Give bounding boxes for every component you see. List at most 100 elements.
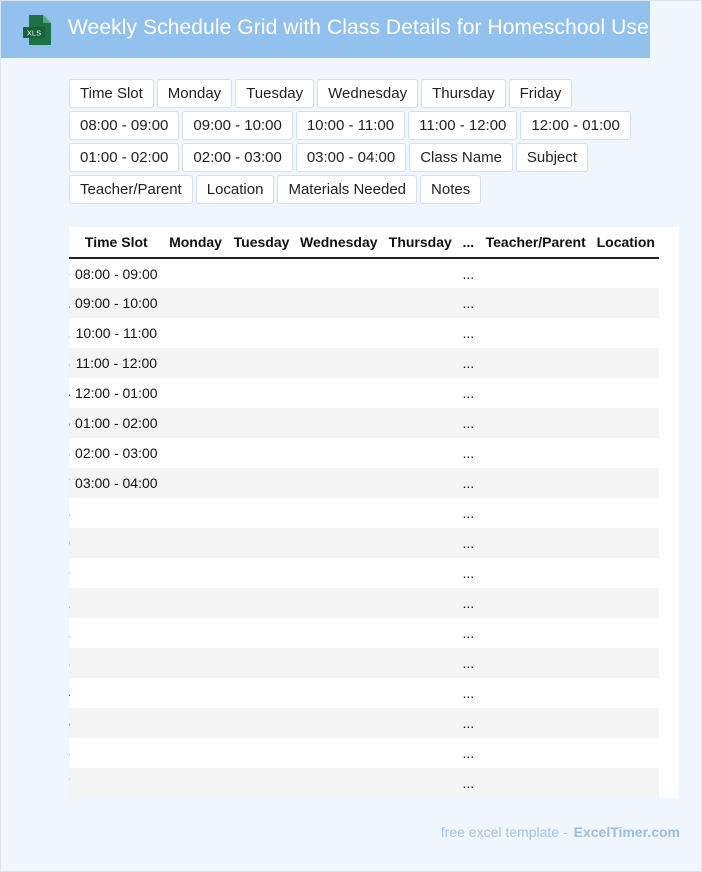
table-cell[interactable]: 01:00 - 02:00 — [69, 408, 163, 438]
table-cell[interactable] — [592, 408, 659, 438]
table-cell[interactable]: ... — [458, 498, 479, 528]
table-cell[interactable] — [295, 438, 383, 468]
column-tag[interactable]: 08:00 - 09:00 — [69, 111, 180, 140]
table-cell[interactable]: ... — [457, 648, 479, 678]
table-cell[interactable] — [593, 498, 659, 528]
table-cell[interactable] — [163, 438, 228, 468]
table-cell[interactable] — [478, 528, 593, 558]
table-cell[interactable] — [294, 708, 383, 738]
table-cell[interactable] — [228, 708, 295, 738]
table-cell[interactable] — [228, 738, 295, 768]
table-cell[interactable]: 11:00 - 12:00 — [69, 348, 163, 378]
table-cell[interactable] — [593, 378, 659, 408]
table-cell[interactable] — [228, 678, 295, 708]
table-cell[interactable]: ... — [457, 588, 479, 618]
table-cell[interactable] — [593, 558, 659, 588]
table-cell[interactable] — [382, 648, 458, 678]
table-cell[interactable]: ... — [458, 378, 479, 408]
schedule-sheet[interactable]: Time Slot Monday Tuesday Wednesday Thursday.… — [69, 227, 679, 798]
table-cell[interactable] — [478, 768, 593, 798]
table-cell[interactable] — [383, 378, 458, 408]
table-cell[interactable] — [228, 558, 295, 588]
table-cell[interactable] — [593, 318, 659, 348]
table-cell[interactable]: ... — [458, 438, 479, 468]
table-cell[interactable]: ... — [458, 618, 479, 648]
column-tag[interactable]: Teacher/Parent — [69, 175, 193, 204]
table-cell[interactable]: 09:00 - 10:00 — [69, 288, 163, 318]
table-cell[interactable] — [228, 768, 295, 798]
table-cell[interactable] — [383, 618, 458, 648]
table-cell[interactable]: 08:00 - 09:00 — [70, 258, 163, 288]
table-cell[interactable] — [593, 618, 659, 648]
table-cell[interactable] — [294, 468, 383, 498]
table-cell[interactable]: ... — [458, 318, 479, 348]
table-cell[interactable] — [383, 498, 458, 528]
table-cell[interactable] — [478, 348, 593, 378]
table-cell[interactable] — [162, 648, 229, 678]
table-cell[interactable]: ... — [457, 288, 479, 318]
table-cell[interactable]: ... — [458, 678, 479, 708]
table-cell[interactable]: ... — [457, 348, 479, 378]
table-cell[interactable] — [478, 648, 593, 678]
table-cell[interactable] — [163, 498, 228, 528]
table-cell[interactable] — [383, 558, 458, 588]
column-tag[interactable]: Time Slot — [69, 79, 154, 108]
table-cell[interactable] — [383, 438, 458, 468]
table-cell[interactable] — [592, 528, 659, 558]
table-cell[interactable] — [69, 528, 163, 558]
table-cell[interactable] — [382, 528, 458, 558]
table-cell[interactable] — [70, 558, 163, 588]
table-cell[interactable] — [479, 678, 593, 708]
table-cell[interactable] — [162, 348, 229, 378]
table-cell[interactable]: 10:00 - 11:00 — [70, 318, 163, 348]
table-cell[interactable] — [479, 618, 593, 648]
table-cell[interactable] — [478, 708, 593, 738]
table-cell[interactable] — [163, 618, 228, 648]
table-cell[interactable]: ... — [458, 258, 479, 288]
table-cell[interactable] — [383, 738, 458, 768]
table-cell[interactable]: ... — [457, 708, 479, 738]
table-cell[interactable]: ... — [458, 738, 479, 768]
table-cell[interactable] — [295, 618, 383, 648]
table-cell[interactable] — [479, 318, 593, 348]
table-cell[interactable] — [479, 738, 593, 768]
table-cell[interactable] — [162, 408, 229, 438]
table-cell[interactable] — [592, 468, 659, 498]
column-tag[interactable]: Materials Needed — [277, 175, 418, 204]
column-tag[interactable]: Monday — [156, 79, 233, 108]
column-tag[interactable]: 11:00 - 12:00 — [408, 111, 518, 140]
table-cell[interactable] — [162, 468, 229, 498]
table-cell[interactable] — [478, 468, 593, 498]
table-cell[interactable] — [69, 588, 163, 618]
table-cell[interactable] — [593, 258, 659, 288]
table-cell[interactable] — [70, 738, 163, 768]
table-cell[interactable]: ... — [457, 408, 479, 438]
table-cell[interactable] — [295, 738, 383, 768]
column-tag[interactable]: Class Name — [409, 143, 513, 172]
table-cell[interactable] — [294, 588, 383, 618]
table-cell[interactable]: ... — [457, 768, 479, 798]
column-tag[interactable]: Friday — [508, 79, 573, 108]
table-cell[interactable] — [479, 438, 593, 468]
table-cell[interactable] — [382, 468, 458, 498]
table-cell[interactable] — [382, 708, 458, 738]
table-cell[interactable] — [228, 348, 295, 378]
table-cell[interactable] — [479, 498, 593, 528]
column-tag[interactable]: 02:00 - 03:00 — [182, 143, 293, 172]
table-cell[interactable] — [162, 588, 229, 618]
table-cell[interactable]: 12:00 - 01:00 — [70, 378, 163, 408]
table-cell[interactable] — [228, 618, 295, 648]
table-cell[interactable] — [479, 558, 593, 588]
table-cell[interactable] — [163, 378, 228, 408]
table-cell[interactable] — [592, 648, 659, 678]
table-cell[interactable] — [162, 288, 229, 318]
table-cell[interactable] — [382, 288, 458, 318]
table-cell[interactable] — [382, 348, 458, 378]
column-tag[interactable]: Thursday — [421, 79, 506, 108]
table-cell[interactable] — [70, 498, 163, 528]
table-cell[interactable] — [228, 378, 295, 408]
table-cell[interactable] — [69, 768, 163, 798]
column-tag[interactable]: Tuesday — [235, 79, 315, 108]
column-tag[interactable]: Notes — [420, 175, 482, 204]
table-cell[interactable] — [294, 648, 383, 678]
